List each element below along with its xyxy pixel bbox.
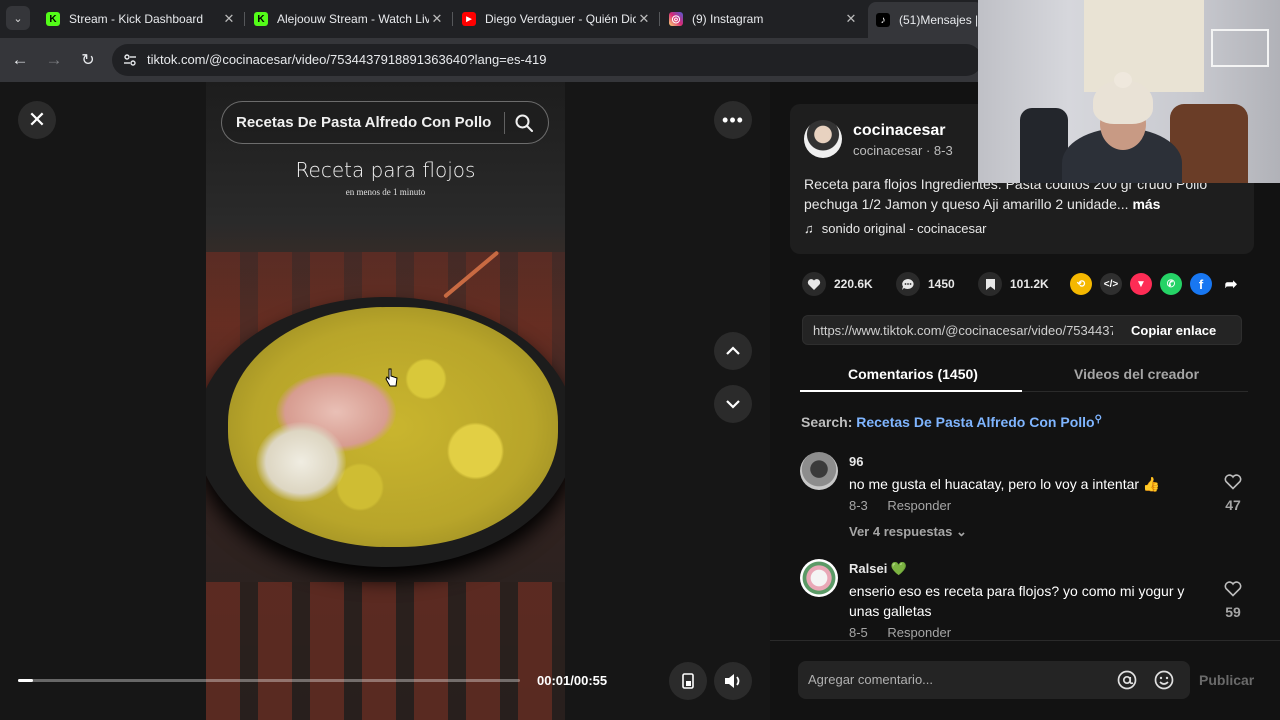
mention-icon[interactable]: [1116, 669, 1138, 691]
related-search: Search: Recetas De Pasta Alfredo Con Pol…: [801, 414, 1102, 430]
view-replies-button[interactable]: Ver 4 respuestas ⌄: [849, 524, 967, 540]
kick-icon: K: [46, 12, 60, 26]
reload-button[interactable]: ↻: [76, 48, 100, 72]
volume-button[interactable]: [714, 662, 752, 700]
commenter-avatar[interactable]: [800, 452, 838, 490]
next-video-button[interactable]: [714, 385, 752, 423]
webcam-overlay: [978, 0, 1280, 183]
hand-cursor-icon: [385, 368, 398, 387]
commenter-avatar[interactable]: [800, 559, 838, 597]
reply-button[interactable]: Responder: [887, 498, 951, 513]
commenter-name[interactable]: Ralsei 💚: [849, 561, 907, 577]
video-search-bar[interactable]: Recetas De Pasta Alfredo Con Pollo: [221, 101, 549, 144]
tab-kick-stream[interactable]: K Alejoouw Stream - Watch Live ✕: [246, 4, 451, 34]
search-icon: ⚲: [1094, 414, 1102, 425]
forward-button[interactable]: →: [42, 48, 66, 72]
kick-icon: K: [254, 12, 268, 26]
repost-icon[interactable]: ⟲: [1070, 273, 1092, 295]
video-overlay-subtitle: en menos de 1 minuto: [345, 187, 426, 197]
video-player[interactable]: Receta para flojos en menos de 1 minuto: [206, 82, 565, 720]
comment-composer: Agregar comentario... Publicar: [770, 640, 1280, 720]
related-search-link[interactable]: Recetas De Pasta Alfredo Con Pollo: [856, 414, 1094, 430]
sound-link[interactable]: ♫ sonido original - cocinacesar: [804, 221, 987, 236]
site-settings-icon[interactable]: [122, 52, 138, 68]
author-meta: cocinacesar · 8-3: [853, 143, 953, 158]
video-progress-fill: [18, 679, 34, 682]
share-arrow-icon[interactable]: ➦: [1220, 273, 1242, 295]
tab-comments[interactable]: Comentarios (1450): [848, 366, 978, 382]
video-stage: Receta para flojos en menos de 1 minuto …: [0, 82, 770, 720]
volume-icon: [725, 674, 740, 688]
whatsapp-icon[interactable]: ✆: [1160, 273, 1182, 295]
more-options-button[interactable]: •••: [714, 101, 752, 139]
tab-creator-videos[interactable]: Videos del creador: [1074, 366, 1199, 382]
comment-text: no me gusta el huacatay, pero lo voy a i…: [849, 476, 1161, 492]
like-button[interactable]: 220.6K: [802, 272, 873, 296]
tab-tiktok[interactable]: ♪ (51)Mensajes | TikTok: [868, 2, 983, 38]
url-text: tiktok.com/@cocinacesar/video/7534437918…: [147, 52, 547, 67]
address-bar[interactable]: tiktok.com/@cocinacesar/video/7534437918…: [112, 44, 982, 76]
close-tab-icon[interactable]: ✕: [221, 11, 237, 27]
commenter-name[interactable]: 96: [849, 454, 863, 469]
previous-video-button[interactable]: [714, 332, 752, 370]
video-overlay-title: Receta para flojos: [295, 158, 476, 182]
close-tab-icon[interactable]: ✕: [843, 11, 859, 27]
facebook-icon[interactable]: f: [1190, 273, 1212, 295]
back-button[interactable]: ←: [8, 48, 32, 72]
tab-youtube[interactable]: ▶ Diego Verdaguer - Quién Dice ✕: [454, 4, 658, 34]
save-button[interactable]: 101.2K: [978, 272, 1049, 296]
comment-input[interactable]: Agregar comentario...: [798, 661, 1190, 699]
comment-like-button[interactable]: 59: [1220, 581, 1246, 620]
search-icon[interactable]: [514, 113, 534, 133]
heart-outline-icon: [1224, 474, 1242, 490]
close-tab-icon[interactable]: ✕: [636, 11, 652, 27]
music-note-icon: ♫: [804, 221, 814, 236]
publish-button[interactable]: Publicar: [1199, 672, 1254, 688]
panel-tabs: Comentarios (1450) Videos del creador: [800, 354, 1248, 392]
tab-search-button[interactable]: ⌄: [6, 6, 30, 30]
comment-like-button[interactable]: 47: [1220, 474, 1246, 513]
video-link[interactable]: https://www.tiktok.com/@cocinacesar/vide…: [813, 323, 1113, 338]
chevron-up-icon: [726, 346, 740, 355]
comment-item: 96 no me gusta el huacatay, pero lo voy …: [800, 452, 1250, 542]
heart-icon: [802, 272, 826, 296]
bookmark-icon: [978, 272, 1002, 296]
heart-outline-icon: [1224, 581, 1242, 597]
more-link[interactable]: más: [1132, 196, 1160, 212]
copy-link-button[interactable]: Copiar enlace: [1131, 323, 1216, 338]
copy-link-box: https://www.tiktok.com/@cocinacesar/vide…: [802, 315, 1242, 345]
comment-meta: 8-5 Responder: [849, 625, 952, 640]
search-query: Recetas De Pasta Alfredo Con Pollo: [236, 114, 492, 131]
emoji-icon[interactable]: [1153, 669, 1175, 691]
send-icon[interactable]: ▼: [1130, 273, 1152, 295]
author-name[interactable]: cocinacesar: [853, 122, 946, 140]
youtube-icon: ▶: [462, 12, 476, 26]
comment-button[interactable]: 1450: [896, 272, 955, 296]
reply-button[interactable]: Responder: [887, 625, 951, 640]
close-tab-icon[interactable]: ✕: [429, 11, 445, 27]
close-video-button[interactable]: ✕: [18, 101, 56, 139]
tab-instagram[interactable]: ◎ (9) Instagram ✕: [661, 4, 865, 34]
author-avatar[interactable]: [804, 120, 842, 158]
tiktok-icon: ♪: [876, 13, 890, 27]
comment-icon: [896, 272, 920, 296]
comment-meta: 8-3 Responder: [849, 498, 952, 513]
tab-kick-dashboard[interactable]: K Stream - Kick Dashboard ✕: [38, 4, 243, 34]
video-progress-bar[interactable]: [18, 679, 520, 682]
chevron-down-icon: [726, 400, 740, 409]
more-icon: •••: [722, 109, 744, 130]
close-icon: ✕: [27, 107, 47, 132]
video-time: 00:01/00:55: [537, 673, 608, 688]
embed-icon[interactable]: </>: [1100, 273, 1122, 295]
pip-icon: [682, 673, 694, 689]
instagram-icon: ◎: [669, 12, 683, 26]
comment-text: enserio eso es receta para flojos? yo co…: [849, 583, 1185, 619]
floating-player-button[interactable]: [669, 662, 707, 700]
comment-item: Ralsei 💚 enserio eso es receta para floj…: [800, 559, 1250, 640]
